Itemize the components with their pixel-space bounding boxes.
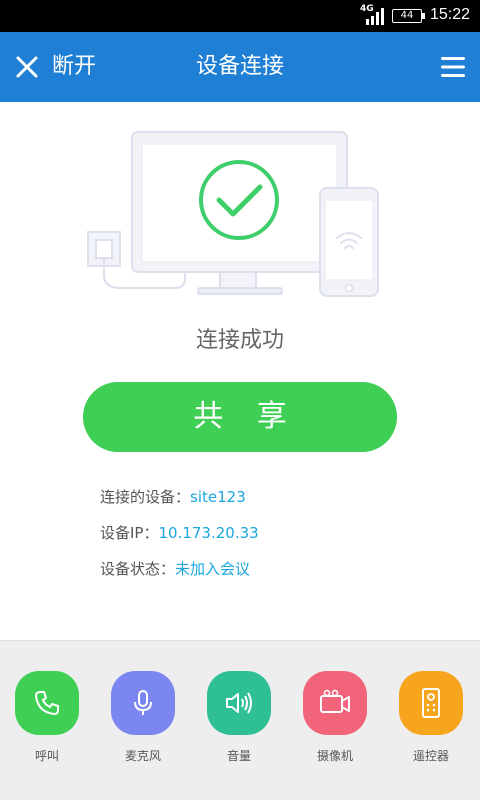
info-row-status: 设备状态：未加入会议: [100, 557, 440, 593]
dock-label-camera: 摄像机: [316, 749, 353, 763]
connection-status-text: 连接成功: [195, 328, 284, 353]
info-label: 设备状态：: [100, 560, 176, 578]
bottom-dock: 呼叫 麦克风 音量 摄像机 遥控器: [0, 640, 480, 800]
page-title: 设备连接: [195, 54, 284, 79]
share-button-label: 共 享: [193, 399, 299, 434]
phone-icon: [15, 671, 79, 735]
dock-label-remote: 遥控器: [412, 749, 449, 763]
signal-icon: [366, 8, 384, 25]
device-ip-value: 10.173.20.33: [158, 524, 259, 542]
info-label: 设备IP：: [100, 524, 159, 542]
clock: 15:22: [430, 6, 471, 23]
menu-icon[interactable]: [440, 56, 466, 78]
info-row-device: 连接的设备：site123: [100, 485, 440, 521]
app-header: 断开 设备连接: [0, 32, 480, 102]
camera-icon: [303, 671, 367, 735]
info-row-ip: 设备IP：10.173.20.33: [100, 521, 440, 557]
dock-item-call[interactable]: 呼叫: [15, 671, 79, 764]
dock-label-call: 呼叫: [34, 749, 59, 763]
dock-item-microphone[interactable]: 麦克风: [111, 671, 175, 764]
dock-label-volume: 音量: [226, 749, 251, 763]
dock-item-camera[interactable]: 摄像机: [303, 671, 367, 764]
remote-control-icon: [399, 671, 463, 735]
device-info-list: 连接的设备：site123 设备IP：10.173.20.33 设备状态：未加入…: [100, 485, 440, 593]
dock-item-volume[interactable]: 音量: [207, 671, 271, 764]
device-status-value: 未加入会议: [175, 560, 251, 578]
phone-icon: [319, 187, 379, 297]
dock-item-remote[interactable]: 遥控器: [399, 671, 463, 764]
connection-illustration: [87, 131, 379, 297]
device-name-value: site123: [190, 488, 246, 506]
dock-label-microphone: 麦克风: [124, 749, 161, 763]
info-label: 连接的设备：: [100, 488, 191, 506]
speaker-icon: [207, 671, 271, 735]
microphone-icon: [111, 671, 175, 735]
share-button[interactable]: 共 享: [83, 382, 397, 452]
battery-indicator: 44: [392, 9, 425, 23]
status-bar: 4G 44 15:22: [0, 0, 480, 32]
success-check-icon: [199, 160, 279, 240]
